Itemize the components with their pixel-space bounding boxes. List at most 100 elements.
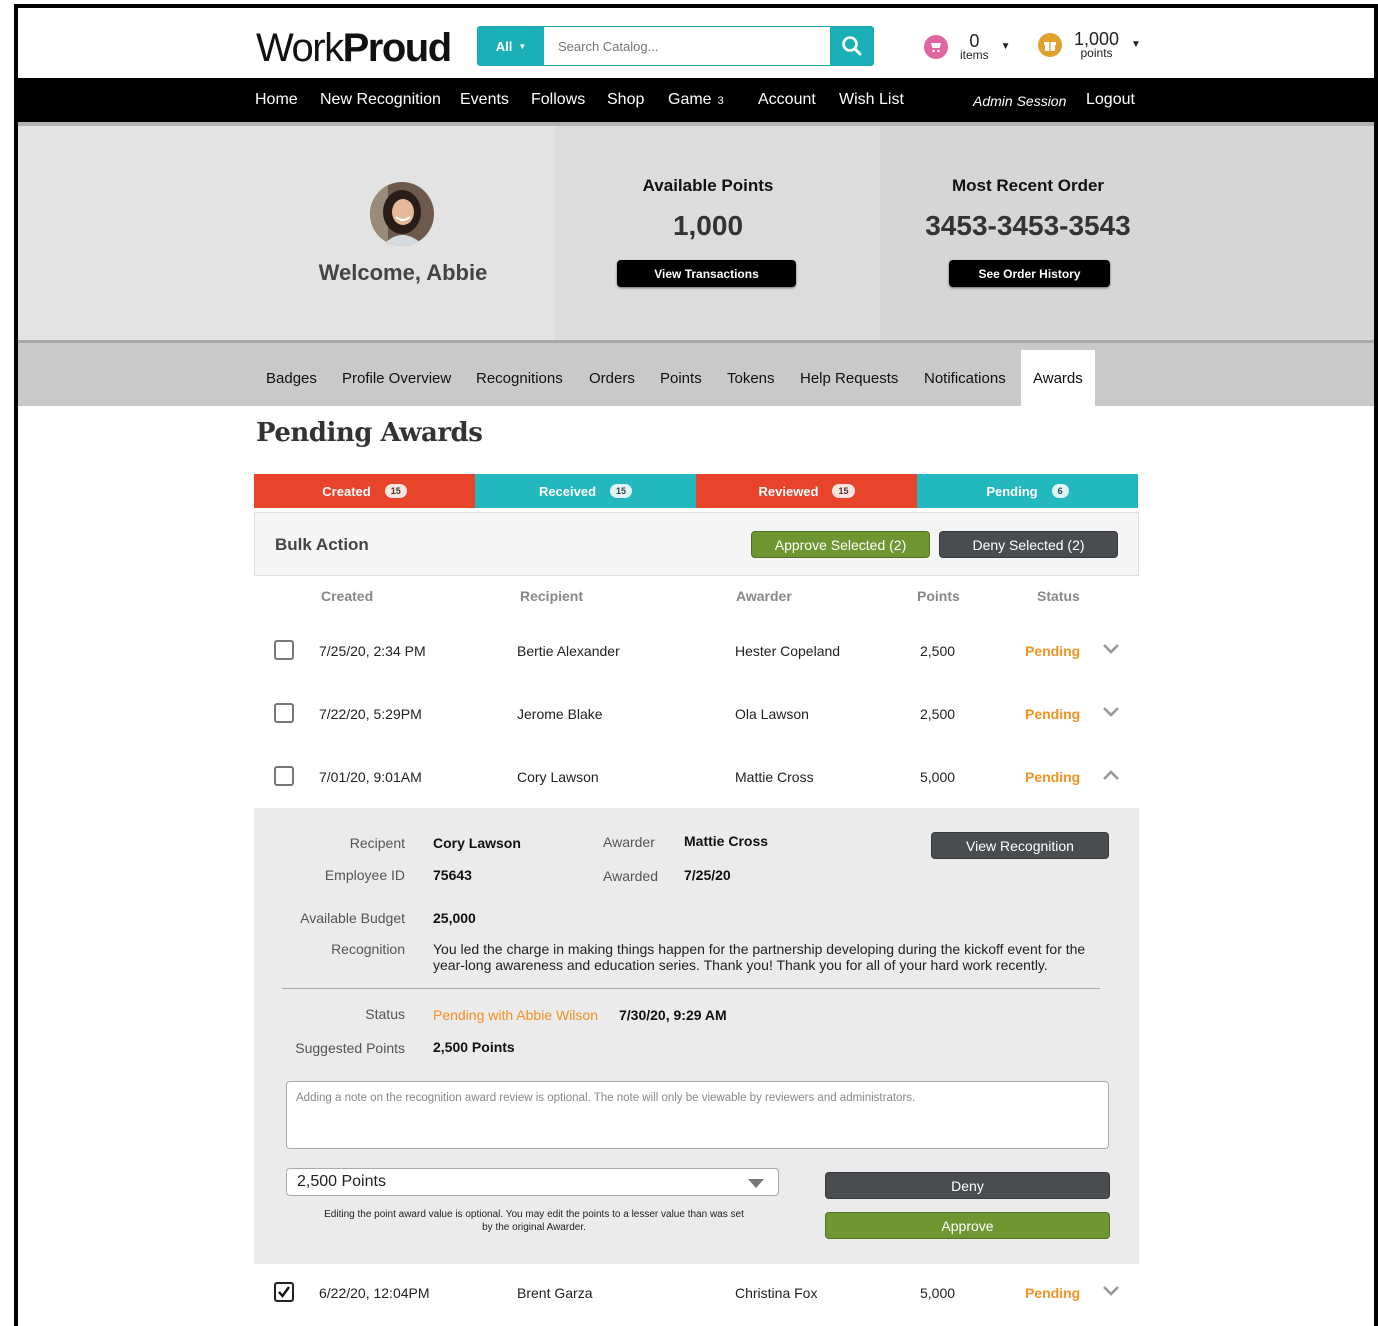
approve-selected-button[interactable]: Approve Selected (2) xyxy=(751,531,930,558)
tab-help-requests[interactable]: Help Requests xyxy=(800,370,898,387)
welcome-text: Welcome, Abbie xyxy=(318,260,488,285)
tab-tokens[interactable]: Tokens xyxy=(727,370,775,387)
cart-widget[interactable]: 0 items ▼ xyxy=(924,32,1011,61)
tab-profile-overview[interactable]: Profile Overview xyxy=(342,370,451,387)
tab-recognitions[interactable]: Recognitions xyxy=(476,370,563,387)
deny-button[interactable]: Deny xyxy=(825,1172,1110,1199)
chevron-down-icon: ▼ xyxy=(518,41,527,51)
deny-selected-button[interactable]: Deny Selected (2) xyxy=(939,531,1118,558)
recipient-label: Recipent xyxy=(349,835,405,851)
chevron-down-icon[interactable] xyxy=(1102,705,1120,719)
main-nav: Home New Recognition Events Follows Shop… xyxy=(18,78,1374,122)
view-transactions-button[interactable]: View Transactions xyxy=(617,260,796,287)
tab-points[interactable]: Points xyxy=(660,370,702,387)
nav-account[interactable]: Account xyxy=(758,91,816,109)
search-bar: All ▼ xyxy=(477,26,874,66)
view-recognition-button[interactable]: View Recognition xyxy=(931,832,1109,859)
status-tab-pending[interactable]: Pending 6 xyxy=(917,474,1138,508)
employee-id-label: Employee ID xyxy=(324,867,405,883)
bulk-action-label: Bulk Action xyxy=(275,535,369,554)
available-points-title: Available Points xyxy=(642,176,774,195)
nav-shop[interactable]: Shop xyxy=(607,91,644,109)
row-awarder: Ola Lawson xyxy=(735,706,809,722)
row-created: 6/22/20, 12:04PM xyxy=(319,1285,430,1301)
employee-id-value: 75643 xyxy=(433,867,472,883)
row-checkbox[interactable] xyxy=(274,1282,294,1302)
row-status: Pending xyxy=(1025,643,1081,659)
nav-game[interactable]: Game 3 xyxy=(668,91,724,109)
bulk-action-bar: Bulk Action Approve Selected (2) Deny Se… xyxy=(254,512,1139,576)
points-select[interactable]: 2,500 Points xyxy=(286,1168,779,1196)
row-status: Pending xyxy=(1025,769,1081,785)
table-row: 6/22/20, 12:04PM Brent Garza Christina F… xyxy=(254,1268,1139,1318)
review-note-textarea[interactable]: Adding a note on the recognition award r… xyxy=(286,1081,1109,1149)
table-row: 7/25/20, 2:34 PM Bertie Alexander Hester… xyxy=(254,626,1139,676)
caret-down-icon xyxy=(748,1179,764,1188)
search-input[interactable] xyxy=(544,27,830,65)
row-awarder: Christina Fox xyxy=(735,1285,818,1301)
profile-tabs: Badges Profile Overview Recognitions Ord… xyxy=(18,340,1374,409)
row-points: 2,500 xyxy=(920,706,956,722)
points-unit: points xyxy=(1080,46,1113,60)
tab-awards[interactable]: Awards xyxy=(1021,350,1095,409)
chevron-up-icon[interactable] xyxy=(1102,768,1120,782)
row-recipient: Brent Garza xyxy=(517,1285,593,1301)
nav-game-label: Game xyxy=(668,91,712,108)
nav-events[interactable]: Events xyxy=(460,91,509,109)
logo[interactable]: WorkProud xyxy=(256,26,453,71)
row-points: 5,000 xyxy=(920,769,956,785)
column-header-points: Points xyxy=(917,588,960,604)
row-created: 7/25/20, 2:34 PM xyxy=(319,643,426,659)
budget-label: Available Budget xyxy=(300,910,405,926)
status-tab-received[interactable]: Received 15 xyxy=(475,474,696,508)
nav-logout[interactable]: Logout xyxy=(1086,91,1135,109)
nav-wish-list[interactable]: Wish List xyxy=(839,91,904,109)
tab-orders[interactable]: Orders xyxy=(589,370,635,387)
recipient-value: Cory Lawson xyxy=(433,835,521,851)
points-select-value: 2,500 Points xyxy=(297,1173,386,1190)
row-status: Pending xyxy=(1025,706,1081,722)
row-awarder: Hester Copeland xyxy=(735,643,841,659)
search-button[interactable] xyxy=(830,27,873,65)
nav-game-count: 3 xyxy=(717,95,724,107)
nav-home[interactable]: Home xyxy=(255,91,298,109)
column-header-awarder: Awarder xyxy=(736,588,792,604)
search-scope-dropdown[interactable]: All ▼ xyxy=(478,27,544,65)
column-header-created: Created xyxy=(321,588,374,604)
see-order-history-button[interactable]: See Order History xyxy=(949,260,1110,287)
status-tab-label: Received xyxy=(538,483,597,499)
status-tab-label: Pending xyxy=(986,483,1038,499)
status-tab-created[interactable]: Created 15 xyxy=(254,474,475,508)
row-points: 2,500 xyxy=(920,643,956,659)
tab-badges[interactable]: Badges xyxy=(266,370,317,387)
awarded-label: Awarded xyxy=(603,868,659,884)
row-recipient: Cory Lawson xyxy=(517,769,599,785)
approve-button[interactable]: Approve xyxy=(825,1212,1110,1239)
row-checkbox[interactable] xyxy=(274,640,294,660)
logo-bold: Proud xyxy=(342,26,453,70)
count-badge: 15 xyxy=(384,484,407,498)
recent-order-number: 3453-3453-3543 xyxy=(925,210,1131,241)
column-header-status: Status xyxy=(1037,588,1080,604)
row-checkbox[interactable] xyxy=(274,703,294,723)
nav-new-recognition[interactable]: New Recognition xyxy=(320,91,441,109)
welcome-panel xyxy=(18,126,555,340)
table-row: 7/22/20, 5:29PM Jerome Blake Ola Lawson … xyxy=(254,689,1139,739)
points-widget[interactable]: 1,000 points ▼ xyxy=(1038,30,1141,59)
search-icon xyxy=(841,36,861,56)
avatar xyxy=(370,182,434,246)
row-recipient: Jerome Blake xyxy=(517,706,603,722)
top-bar: WorkProud All ▼ 0 items ▼ xyxy=(18,8,1374,78)
row-checkbox[interactable] xyxy=(274,766,294,786)
logo-light: Work xyxy=(256,26,344,70)
award-detail-panel: Recipent Cory Lawson Awarder Mattie Cros… xyxy=(254,808,1139,1264)
tab-notifications[interactable]: Notifications xyxy=(924,370,1006,387)
points-hint: Editing the point award value is optiona… xyxy=(324,1209,744,1233)
chevron-down-icon[interactable] xyxy=(1102,642,1120,656)
status-tab-reviewed[interactable]: Reviewed 15 xyxy=(696,474,917,508)
chevron-down-icon[interactable] xyxy=(1102,1284,1120,1298)
cart-icon xyxy=(924,34,948,59)
nav-follows[interactable]: Follows xyxy=(531,91,585,109)
suggested-points-value: 2,500 Points xyxy=(433,1039,515,1055)
checkmark-icon xyxy=(278,1286,290,1298)
